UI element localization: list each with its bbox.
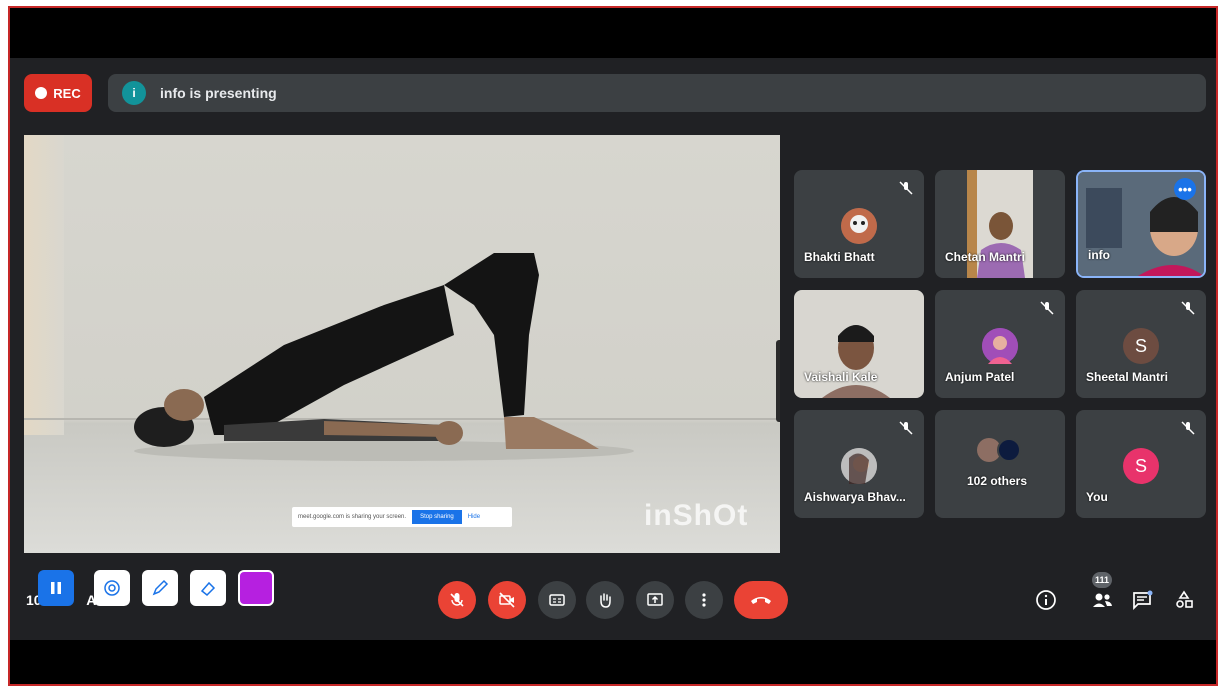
yoga-pose-figure	[134, 253, 634, 461]
pause-icon	[51, 582, 61, 594]
presenter-avatar: i	[122, 81, 146, 105]
pause-recording-button[interactable]	[38, 570, 74, 606]
presentation-video: meet.google.com is sharing your screen. …	[24, 135, 780, 553]
participant-tile-you[interactable]: S You	[1076, 410, 1206, 518]
present-screen-button[interactable]	[636, 581, 674, 619]
info-icon	[1036, 590, 1056, 610]
mic-off-icon	[1181, 301, 1195, 315]
presenting-text: info is presenting	[160, 85, 277, 101]
screen-share-toast: meet.google.com is sharing your screen. …	[292, 507, 512, 527]
record-dot-icon	[35, 87, 48, 99]
raise-hand-button[interactable]	[586, 581, 624, 619]
more-options-button[interactable]: •••	[1174, 178, 1196, 200]
color-picker-swatch[interactable]	[238, 570, 274, 606]
mic-off-icon	[899, 181, 913, 195]
chat-button[interactable]	[1128, 586, 1156, 614]
avatar: S	[1123, 328, 1159, 364]
leave-call-button[interactable]	[734, 581, 788, 619]
presenting-bar: i info is presenting	[108, 74, 1206, 112]
recording-indicator: REC	[24, 74, 92, 112]
hide-toast-button[interactable]: Hide	[468, 514, 480, 520]
avatar: S	[1123, 448, 1159, 484]
stop-sharing-button[interactable]: Stop sharing	[412, 510, 462, 524]
more-options-button[interactable]	[685, 581, 723, 619]
participant-name: Chetan Mantri	[945, 250, 1026, 264]
participant-tile[interactable]: S Sheetal Mantri	[1076, 290, 1206, 398]
target-icon	[104, 580, 120, 596]
mic-off-icon	[899, 421, 913, 435]
participant-name: info	[1088, 248, 1110, 262]
participant-name: You	[1086, 490, 1108, 504]
chat-icon	[1133, 590, 1153, 611]
video-off-icon	[499, 592, 515, 608]
avatar	[841, 448, 877, 484]
participant-tile[interactable]: Bhakti Bhatt	[794, 170, 924, 278]
captions-button[interactable]	[538, 581, 576, 619]
share-toast-message: meet.google.com is sharing your screen.	[298, 514, 407, 520]
captions-icon	[549, 594, 565, 606]
people-button[interactable]	[1088, 586, 1116, 614]
laser-pointer-tool[interactable]	[94, 570, 130, 606]
rec-label: REC	[53, 85, 81, 101]
activities-button[interactable]	[1170, 586, 1198, 614]
avatar	[982, 328, 1018, 364]
participant-tile[interactable]: Anjum Patel	[935, 290, 1065, 398]
participant-tile-self-video[interactable]: ••• info	[1076, 170, 1206, 278]
participant-name: Anjum Patel	[945, 370, 1015, 384]
participant-name: Vaishali Kale	[804, 370, 878, 384]
mic-off-icon	[450, 593, 464, 607]
more-vert-icon	[702, 593, 706, 607]
hang-up-icon	[751, 597, 771, 604]
avatar	[997, 438, 1021, 462]
participant-name: Sheetal Mantri	[1086, 370, 1169, 384]
present-icon	[647, 593, 663, 606]
meet-window: REC i info is presenting meet.google.com…	[8, 6, 1218, 686]
mic-off-icon	[1181, 421, 1195, 435]
mic-off-icon	[1040, 301, 1054, 315]
participant-tile[interactable]: Vaishali Kale	[794, 290, 924, 398]
participant-tile[interactable]: Aishwarya Bhav...	[794, 410, 924, 518]
others-count: 102 others	[967, 474, 1028, 488]
others-tile[interactable]: 102 others	[935, 410, 1065, 518]
hand-icon	[600, 593, 611, 608]
activities-icon	[1176, 590, 1193, 608]
pen-tool[interactable]	[142, 570, 178, 606]
meeting-stage: REC i info is presenting meet.google.com…	[10, 58, 1216, 640]
participant-name: Bhakti Bhatt	[804, 250, 875, 264]
meeting-details-button[interactable]	[1032, 586, 1060, 614]
mic-toggle-button[interactable]	[438, 581, 476, 619]
video-side-toolbar: ■ ▶ ▣ ✱	[776, 340, 780, 422]
people-icon	[1093, 593, 1112, 607]
participant-name: Aishwarya Bhav...	[804, 490, 906, 504]
camera-toggle-button[interactable]	[488, 581, 526, 619]
pen-icon	[152, 579, 169, 596]
avatar	[841, 208, 877, 244]
inshot-watermark: inShOt	[644, 499, 749, 532]
eraser-icon	[200, 581, 216, 597]
participant-tile[interactable]: Chetan Mantri	[935, 170, 1065, 278]
eraser-tool[interactable]	[190, 570, 226, 606]
